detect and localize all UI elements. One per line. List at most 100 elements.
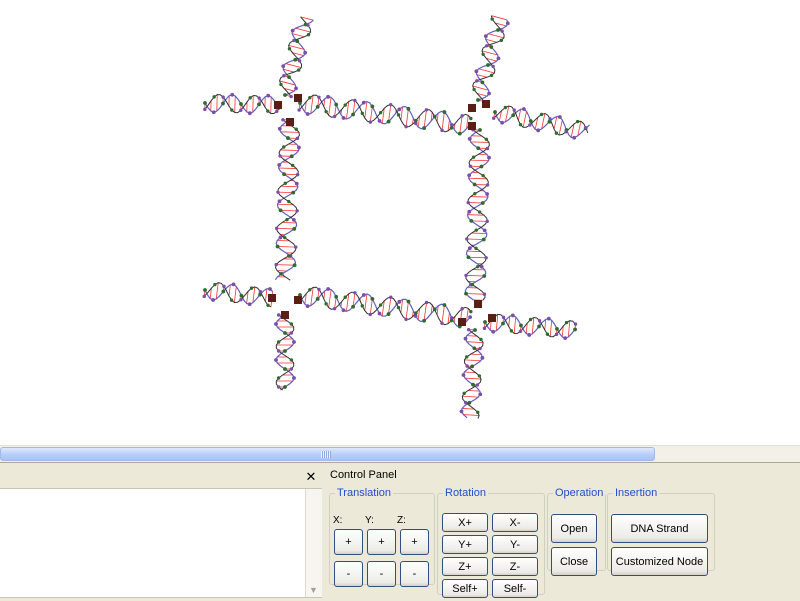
arm-bottom-right-down-atom [465,355,468,358]
arm-top-left-up-atom [297,68,300,71]
arm-top-right-out-atom [536,128,540,132]
control-panel-title: Control Panel [330,469,397,481]
dna-structure-render [0,0,800,445]
helix-left-atom [291,164,294,167]
dna-strand-button[interactable]: DNA Strand [611,514,708,543]
arm-bottom-right-down-atom [467,328,470,331]
output-list[interactable]: ▼ [0,488,322,598]
close-icon[interactable]: ✕ [304,470,318,484]
arm-bottom-left-out-atom [221,290,225,294]
rotate-y-plus-button[interactable]: Y+ [442,535,488,554]
helix-right-base-pair [470,160,488,161]
helix-bottom-atom [389,295,392,298]
crossover-node [294,94,302,102]
helix-bottom-atom [440,322,443,325]
helix-top-atom [370,105,374,109]
helix-top-atom [458,132,462,136]
open-button[interactable]: Open [551,514,597,543]
arm-top-right-out-atom [540,113,543,116]
arm-bottom-left-down-atom [274,358,278,362]
rotate-z-minus-button[interactable]: Z- [492,557,538,576]
helix-right-base-pair [466,275,484,276]
helix-top-base-pair [365,102,367,119]
translate-z-plus-button[interactable]: + [400,529,429,555]
helix-left-atom [295,128,298,131]
rotate-self-minus-button[interactable]: Self- [492,579,538,598]
translate-y-plus-button[interactable]: + [367,529,396,555]
helix-left-base-pair [281,132,299,133]
rotate-self-plus-button[interactable]: Self+ [442,579,488,598]
arm-bottom-right-down-base-pair [462,408,474,409]
helix-right-atom [468,137,472,141]
arm-top-left-out-atom [212,95,215,98]
arm-top-right-out-atom [558,115,562,119]
arm-bottom-left-down-atom [290,367,293,370]
arm-top-left-out-atom [257,96,260,99]
arm-top-left-up-atom [283,93,287,97]
dna-structure-viewport[interactable] [0,0,800,445]
arm-bottom-left-out-base-pair [229,285,230,296]
arm-bottom-right-down-atom [472,346,476,350]
arm-bottom-right-out-atom [483,320,487,324]
close-button[interactable]: Close [551,547,597,576]
arm-bottom-right-out-atom [563,336,567,340]
helix-bottom-atom [362,293,366,297]
translate-x-minus-button[interactable]: - [334,561,363,587]
arm-top-right-out-atom [504,106,507,109]
helix-top-atom [316,105,320,109]
translate-z-minus-button[interactable]: - [400,561,429,587]
translation-x-label: X: [333,515,342,526]
translation-z-label: Z: [397,515,406,526]
arm-bottom-left-down-atom [277,349,280,352]
operation-legend: Operation [553,487,605,499]
scrollbar-thumb[interactable] [0,447,655,461]
helix-right-atom [484,256,487,259]
helix-top-atom [387,120,391,124]
bottom-dock: ✕ ▼ Control Panel Translation X: Y: Z: +… [0,462,800,601]
helix-bottom-atom [460,307,463,310]
arm-top-right-up-atom [500,39,503,42]
helix-top-atom [442,110,446,114]
helix-right-atom [464,274,467,277]
arm-top-left-out-atom [221,95,224,98]
arm-top-left-out-atom [230,108,233,111]
helix-bottom-base-pair [442,305,444,323]
translate-y-minus-button[interactable]: - [367,561,396,587]
output-vertical-scrollbar[interactable]: ▼ [305,489,322,597]
helix-top-base-pair [370,106,372,122]
helix-bottom-atom [468,315,472,319]
helix-left-base-pair [278,247,296,248]
helix-top-atom [389,103,392,106]
rotate-x-minus-button[interactable]: X- [492,513,538,532]
scroll-down-arrow-icon[interactable]: ▼ [309,585,318,595]
rotate-x-plus-button[interactable]: X+ [442,513,488,532]
rotate-z-plus-button[interactable]: Z+ [442,557,488,576]
helix-left-atom [279,208,283,212]
arm-bottom-left-down-atom [290,322,293,325]
helix-top-atom [450,123,454,127]
viewport-horizontal-scrollbar[interactable] [0,445,800,463]
customized-node-button[interactable]: Customized Node [611,547,708,576]
helix-left-atom [282,145,285,148]
rotate-y-minus-button[interactable]: Y- [492,535,538,554]
helix-bottom-base-pair [329,289,331,307]
helix-right-atom [464,292,468,296]
helix-right-atom [471,283,474,286]
arm-bottom-left-out-base-pair [265,289,267,302]
helix-right-atom [486,220,489,223]
helix-left-atom [279,272,282,275]
helix-bottom-atom [443,303,447,307]
helix-left-base-pair [280,150,298,151]
helix-right-atom [486,183,489,186]
translation-legend: Translation [335,487,393,499]
arm-bottom-left-down-atom [283,385,287,389]
helix-right-atom [467,173,471,177]
helix-top-atom [334,103,338,107]
helix-bottom-atom [342,308,346,312]
arm-bottom-left-out-atom [248,302,252,306]
arm-bottom-left-out-atom [250,286,253,289]
arm-bottom-left-down-atom [283,367,287,371]
translate-x-plus-button[interactable]: + [334,529,363,555]
arm-top-right-out-atom [584,126,587,129]
helix-left-atom [297,146,301,150]
